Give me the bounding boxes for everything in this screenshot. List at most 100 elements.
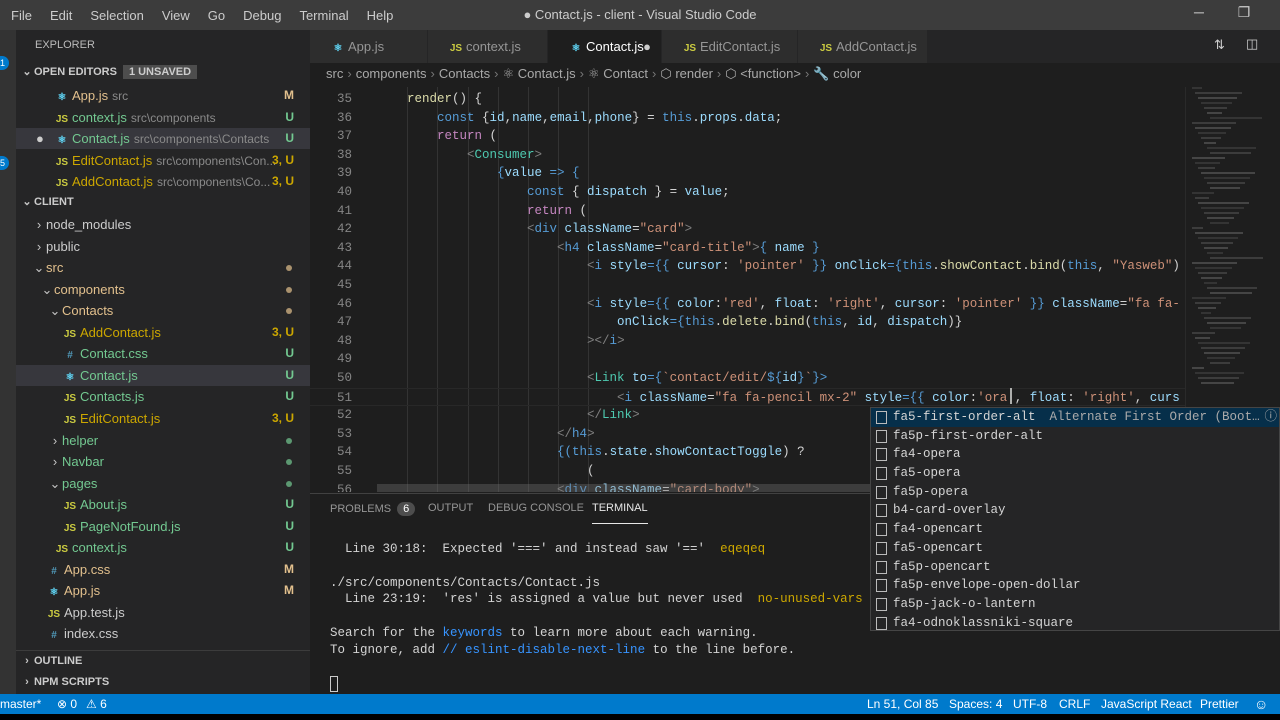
suggestion-item[interactable]: fa5-opera xyxy=(871,464,1279,483)
file-item[interactable]: JS AddContact.js 3, U xyxy=(16,322,310,343)
suggestion-item[interactable]: fa5p-opera xyxy=(871,483,1279,502)
open-editor-item[interactable]: JS EditContact.js src\components\Con... 3, … xyxy=(16,150,310,171)
code-line[interactable]: 42 <div className="card"> xyxy=(310,220,1185,239)
code-line[interactable]: 39 {value => { xyxy=(310,164,1185,183)
file-item[interactable]: JS EditContact.js 3, U xyxy=(16,408,310,429)
code-line[interactable]: 46 <i style={{ color:'red', float: 'righ… xyxy=(310,295,1185,314)
file-item[interactable]: ⚛ Contact.js U xyxy=(16,364,310,386)
code-line[interactable]: 36 const {id,name,email,phone} = this.pr… xyxy=(310,109,1185,128)
warning-count[interactable]: ⚠ 6 xyxy=(86,694,107,714)
suggestion-item[interactable]: fa4-opencart xyxy=(871,520,1279,539)
panel-tab-problems[interactable]: PROBLEMS 6 xyxy=(330,502,416,524)
feedback-icon[interactable]: ☺ xyxy=(1254,694,1268,714)
code-line[interactable]: 44 <i style={{ cursor: 'pointer' }} onCl… xyxy=(310,257,1185,276)
suggestion-item[interactable]: fa5-first-order-alt Alternate First Order… xyxy=(871,408,1279,427)
panel-tab-terminal[interactable]: TERMINAL xyxy=(592,502,648,524)
info-icon[interactable]: ⓘ xyxy=(1264,408,1277,427)
tab-app-js[interactable]: ⚛ App.js xyxy=(310,30,428,63)
encoding[interactable]: UTF-8 xyxy=(1013,694,1047,714)
folder-item[interactable]: ⌄ pages xyxy=(16,473,310,494)
suggestion-item[interactable]: b4-card-overlay xyxy=(871,501,1279,520)
open-editor-item[interactable]: ● ⚛ Contact.js src\components\Contacts U xyxy=(16,128,310,149)
open-changes-icon[interactable]: ⇅ xyxy=(1214,37,1225,53)
suggestion-item[interactable]: fa5p-envelope-open-dollar xyxy=(871,576,1279,595)
folder-item[interactable]: › node_modules xyxy=(16,214,310,235)
open-editor-item[interactable]: ⚛ App.js src M xyxy=(16,85,310,106)
breadcrumb-item[interactable]: ⚛ Contact xyxy=(588,66,648,81)
terminal-cursor[interactable] xyxy=(330,676,338,692)
menu-debug[interactable]: Debug xyxy=(234,8,290,23)
folder-item[interactable]: ⌄ components xyxy=(16,279,310,300)
code-line[interactable]: 50 <Link to={`contact/edit/${id}`}> xyxy=(310,369,1185,388)
open-editor-item[interactable]: JS AddContact.js src\components\Co... 3, U xyxy=(16,171,310,192)
menu-go[interactable]: Go xyxy=(199,8,234,23)
folder-item[interactable]: ⌄ src xyxy=(16,257,310,278)
unsaved-dot-icon[interactable]: ● xyxy=(36,128,44,149)
breadcrumb-item[interactable]: 🔧 color xyxy=(813,66,861,81)
breadcrumb-item[interactable]: Contacts xyxy=(439,66,490,81)
suggestion-item[interactable]: fa5p-jack-o-lantern xyxy=(871,595,1279,614)
suggestion-item[interactable]: fa4-opera xyxy=(871,445,1279,464)
error-count[interactable]: ⊗ 0 xyxy=(57,694,77,714)
tab-addcontact-js[interactable]: JS AddContact.js xyxy=(798,30,928,63)
breadcrumb-item[interactable]: ⚛ Contact.js xyxy=(503,66,576,81)
open-editor-item[interactable]: JS context.js src\components U xyxy=(16,107,310,128)
code-line[interactable]: 48 ></i> xyxy=(310,332,1185,351)
code-line[interactable]: 47 onClick={this.delete.bind(this, id, d… xyxy=(310,313,1185,332)
file-item[interactable]: ⚛ App.js M xyxy=(16,580,310,601)
tab-editcontact-js[interactable]: JS EditContact.js xyxy=(662,30,798,63)
file-item[interactable]: # App.css M xyxy=(16,559,310,580)
menu-file[interactable]: File xyxy=(2,8,41,23)
outline-section[interactable]: › OUTLINE xyxy=(16,650,310,671)
menu-edit[interactable]: Edit xyxy=(41,8,81,23)
npm-scripts-section[interactable]: › NPM SCRIPTS xyxy=(16,672,310,693)
suggestion-item[interactable]: fa5p-opencart xyxy=(871,558,1279,577)
cursor-position[interactable]: Ln 51, Col 85 xyxy=(867,694,938,714)
breadcrumb-item[interactable]: ⬡ render xyxy=(660,66,713,81)
breadcrumb-item[interactable]: components xyxy=(356,66,427,81)
code-line[interactable]: 49 xyxy=(310,350,1185,369)
line-ending[interactable]: CRLF xyxy=(1059,694,1090,714)
tab-context-js[interactable]: JS context.js xyxy=(428,30,548,63)
file-item[interactable]: # index.css xyxy=(16,623,310,644)
panel-tab-output[interactable]: OUTPUT xyxy=(428,502,473,524)
source-control-badge[interactable]: 5 xyxy=(0,156,9,170)
menu-help[interactable]: Help xyxy=(358,8,403,23)
menu-view[interactable]: View xyxy=(153,8,199,23)
code-line[interactable]: 35 render() { xyxy=(310,90,1185,109)
unsaved-dot-icon[interactable]: ● xyxy=(643,30,651,63)
file-item[interactable]: JS App.test.js xyxy=(16,602,310,623)
code-line[interactable]: 37 return ( xyxy=(310,127,1185,146)
code-line[interactable]: 51 <i className="fa fa-pencil mx-2" styl… xyxy=(310,387,1185,407)
folder-item[interactable]: › Navbar xyxy=(16,451,310,472)
file-item[interactable]: JS context.js U xyxy=(16,537,310,558)
prettier-status[interactable]: Prettier xyxy=(1200,694,1239,714)
folder-item[interactable]: ⌄ Contacts xyxy=(16,300,310,321)
suggestion-item[interactable]: fa5-opencart xyxy=(871,539,1279,558)
suggestion-item[interactable]: fa5p-first-order-alt xyxy=(871,427,1279,446)
folder-item[interactable]: › helper xyxy=(16,430,310,451)
file-item[interactable]: JS About.js U xyxy=(16,494,310,515)
open-editors-header[interactable]: ⌄ OPEN EDITORS 1 UNSAVED xyxy=(16,62,310,83)
panel-tab-debug-console[interactable]: DEBUG CONSOLE xyxy=(488,502,584,524)
code-line[interactable]: 41 return ( xyxy=(310,202,1185,221)
split-editor-icon[interactable]: ◫ xyxy=(1246,36,1258,52)
file-item[interactable]: JS Contacts.js U xyxy=(16,386,310,407)
code-line[interactable]: 40 const { dispatch } = value; xyxy=(310,183,1185,202)
code-line[interactable]: 43 <h4 className="card-title">{ name } xyxy=(310,239,1185,258)
code-line[interactable]: 45 xyxy=(310,276,1185,295)
tab-contact-js[interactable]: ⚛ Contact.js ● xyxy=(548,30,662,63)
breadcrumb-item[interactable]: src xyxy=(326,66,343,81)
breadcrumb-item[interactable]: ⬡ <function> xyxy=(725,66,801,81)
minimize-button[interactable]: ─ xyxy=(1179,4,1219,26)
file-item[interactable]: JS PageNotFound.js U xyxy=(16,516,310,537)
suggestion-item[interactable]: fa4-odnoklassniki-square xyxy=(871,614,1279,633)
menu-selection[interactable]: Selection xyxy=(81,8,152,23)
restore-button[interactable]: ❐ xyxy=(1224,4,1264,26)
indentation[interactable]: Spaces: 4 xyxy=(949,694,1002,714)
language-mode[interactable]: JavaScript React xyxy=(1101,694,1192,714)
code-line[interactable]: 38 <Consumer> xyxy=(310,146,1185,165)
folder-item[interactable]: › public xyxy=(16,236,310,257)
project-header[interactable]: ⌄ CLIENT xyxy=(16,192,310,213)
file-item[interactable]: # Contact.css U xyxy=(16,343,310,364)
